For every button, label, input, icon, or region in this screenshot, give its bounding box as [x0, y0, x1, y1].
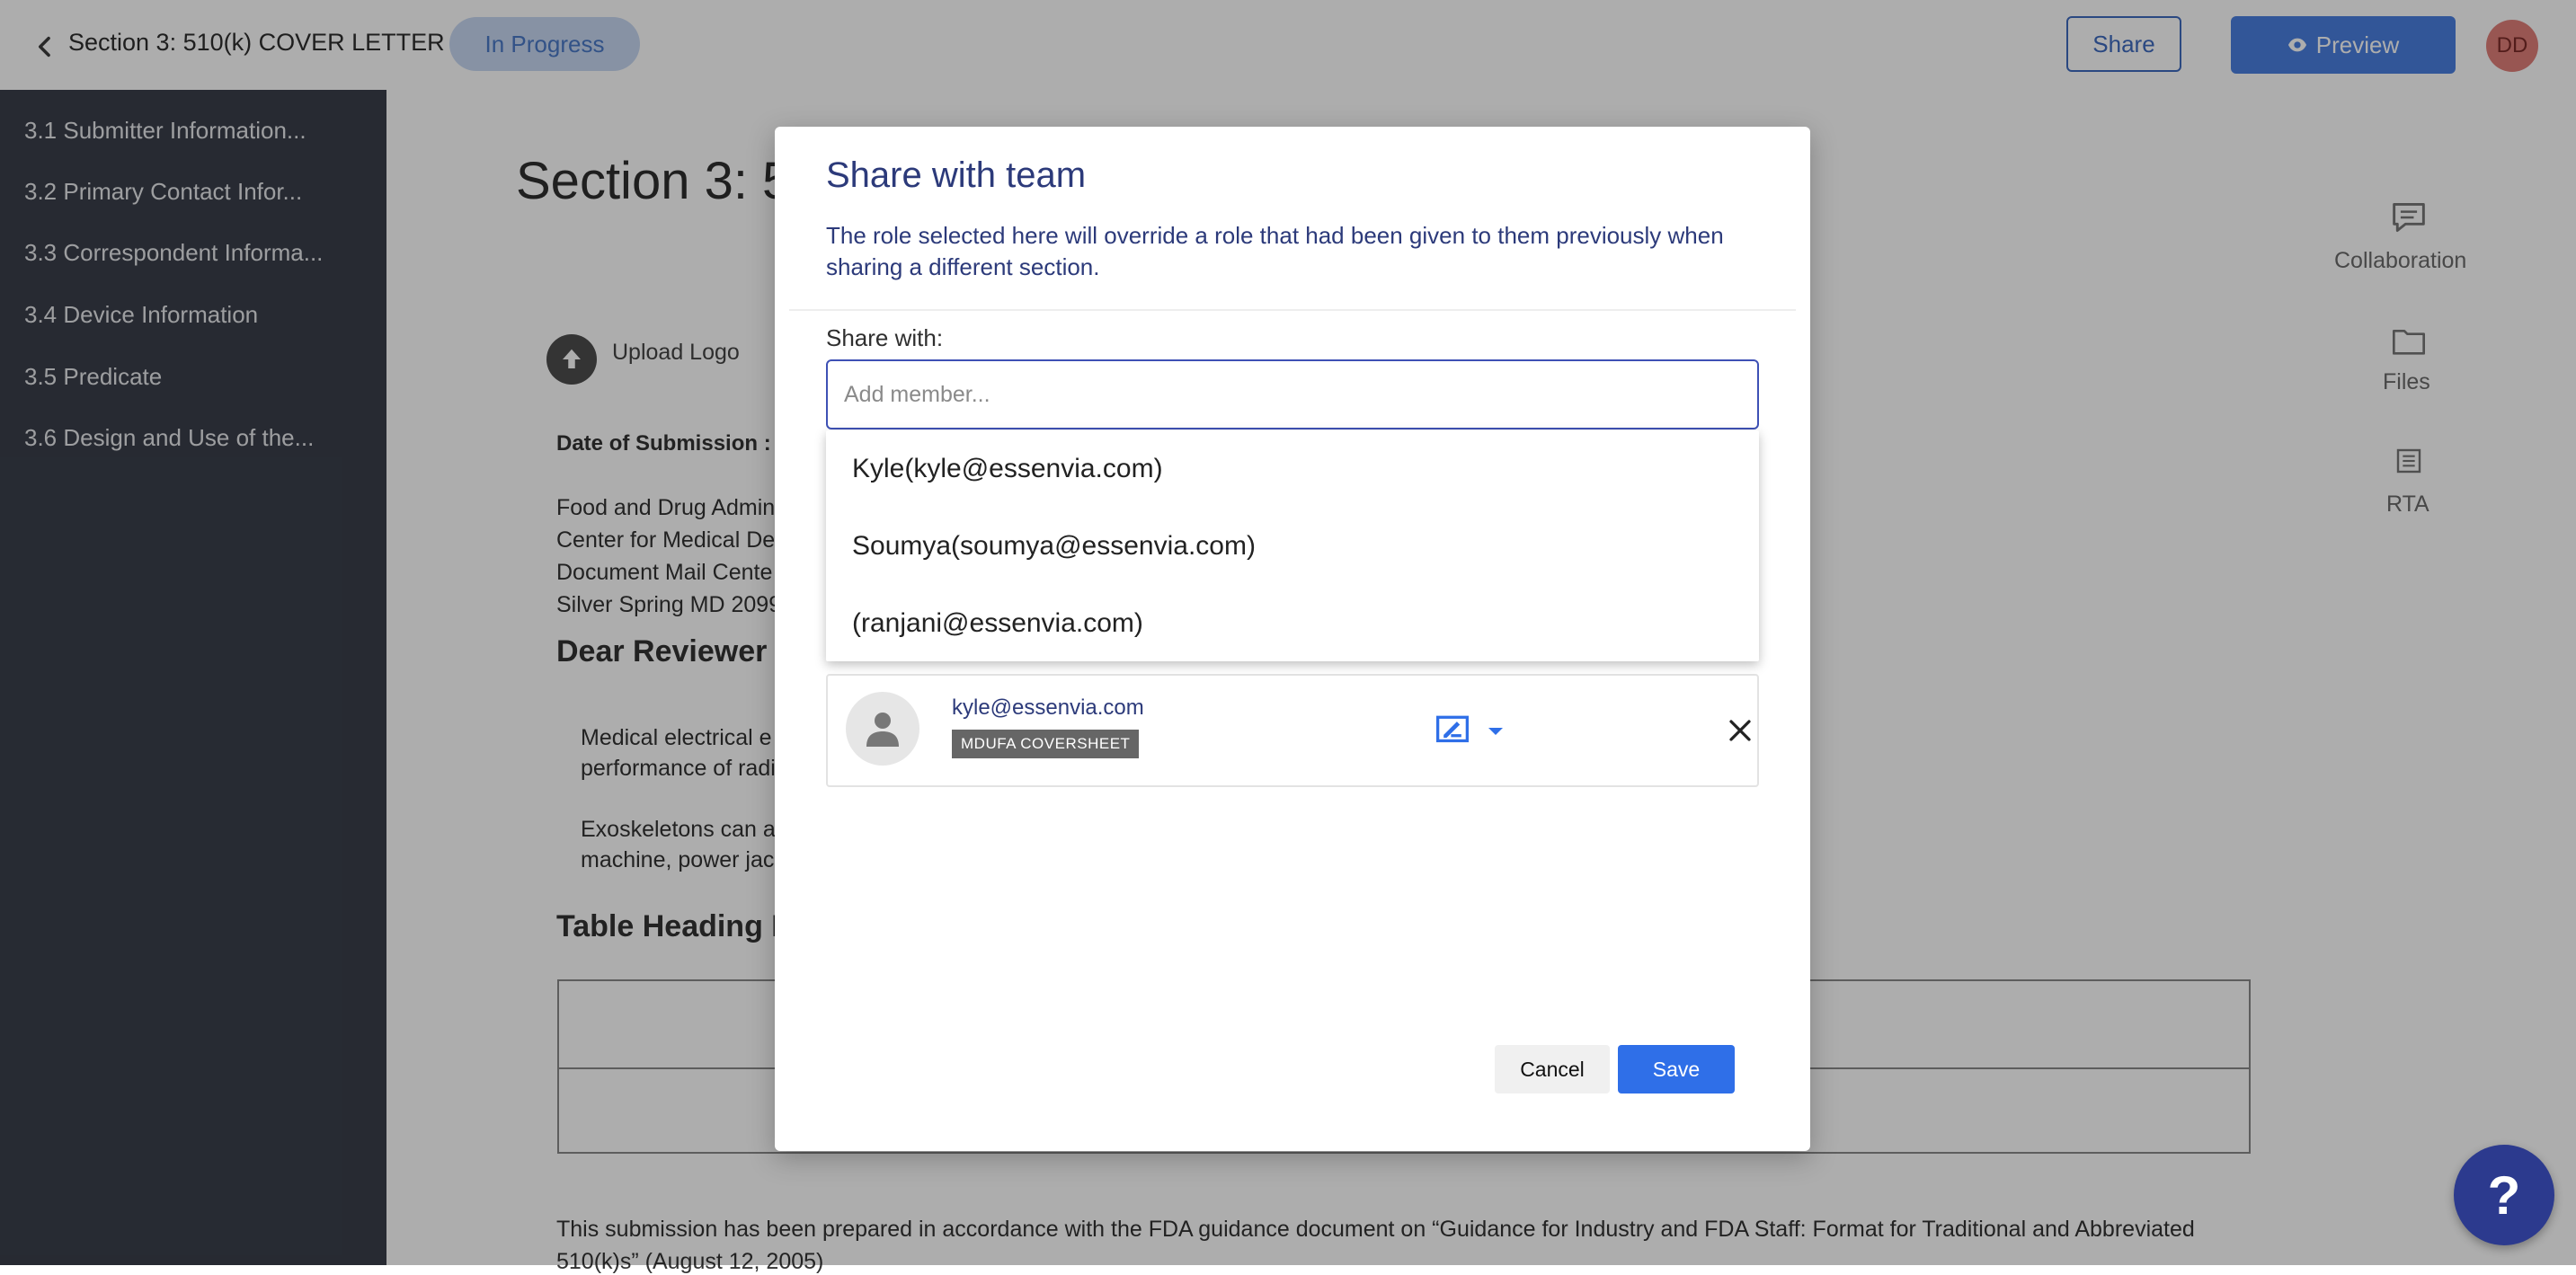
dialog-title: Share with team [826, 155, 1087, 195]
remove-member-button[interactable] [1718, 708, 1763, 753]
member-card: kyle@essenvia.com MDUFA COVERSHEET [826, 674, 1759, 787]
add-member-input[interactable] [826, 359, 1759, 429]
member-suggestions-dropdown: Kyle(kyle@essenvia.com) Soumya(soumya@es… [826, 430, 1759, 661]
suggestion-option[interactable]: Kyle(kyle@essenvia.com) [826, 430, 1759, 508]
role-selector-button[interactable] [1430, 710, 1475, 751]
share-with-label: Share with: [826, 324, 944, 351]
cancel-button[interactable]: Cancel [1495, 1045, 1610, 1093]
member-avatar [846, 692, 919, 766]
dialog-description: The role selected here will override a r… [826, 222, 1724, 280]
dialog-divider [789, 309, 1796, 311]
member-section-badge: MDUFA COVERSHEET [952, 730, 1140, 758]
caret-down-icon [1488, 728, 1503, 735]
role-dropdown-toggle[interactable] [1482, 713, 1509, 749]
suggestion-option[interactable]: (ranjani@essenvia.com) [826, 585, 1759, 662]
save-button[interactable]: Save [1618, 1045, 1735, 1093]
member-email: kyle@essenvia.com [952, 695, 1144, 720]
suggestion-option[interactable]: Soumya(soumya@essenvia.com) [826, 508, 1759, 585]
edit-role-icon [1436, 715, 1469, 743]
close-icon [1729, 720, 1751, 741]
help-button[interactable]: ? [2454, 1145, 2554, 1245]
person-icon [866, 713, 899, 747]
